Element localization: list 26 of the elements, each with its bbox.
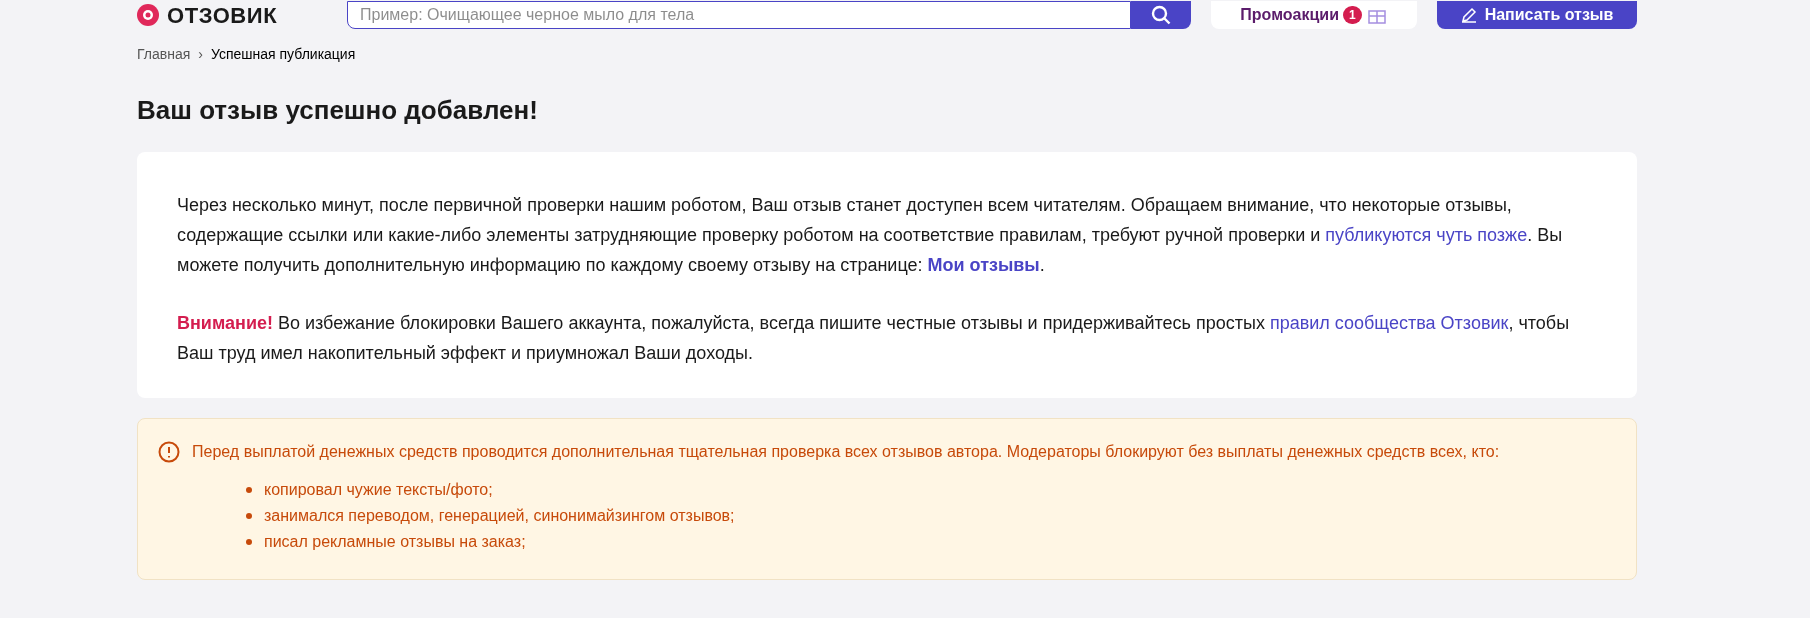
- bullet-icon: [246, 487, 252, 493]
- alert-icon: [158, 441, 180, 463]
- breadcrumb-link[interactable]: Успешная публикация: [210, 44, 356, 65]
- message-paragraph: Внимание! Во избежание блокировки Вашего аккаунта, пожалуйста, всегда пишите честные отзывы и придерживайтесь простых правил сообщества Отзовик, чтобы Ваш труд имел накопительный эффект и приумножал Ваши доходы.: [177, 312, 1571, 365]
- warning-text: Перед выплатой денежных средств проводится дополнительная тщательная проверка всех отзывов автора. Модераторы блокируют без выплаты денежных средств всех, кто:: [192, 442, 1500, 462]
- list-item-text: занимался переводом, генерацией, синонимайзингом отзывов;: [264, 506, 735, 526]
- list-item-text: писал рекламные отзывы на заказ;: [264, 532, 526, 552]
- bullet-icon: [246, 513, 252, 519]
- breadcrumb-separator: ›: [198, 45, 203, 64]
- write-review-button[interactable]: Написать отзыв: [1437, 1, 1637, 29]
- search-field[interactable]: Пример: Очищающее черное мыло для тела: [347, 1, 1131, 29]
- promo-button[interactable]: Промоакции 1: [1211, 1, 1417, 29]
- breadcrumb-link[interactable]: Главная: [137, 44, 191, 65]
- text-link[interactable]: публикуются чуть позже: [1325, 225, 1528, 245]
- search-button[interactable]: [1131, 1, 1191, 29]
- my-reviews-link[interactable]: Мои отзывы: [927, 255, 1040, 275]
- page-title: Ваш отзыв успешно добавлен!: [137, 94, 539, 127]
- list-item-text: копировал чужие тексты/фото;: [264, 480, 493, 500]
- logo-icon: [137, 4, 159, 26]
- pencil-icon: [1460, 7, 1477, 23]
- text-link[interactable]: правил сообщества Отзовик: [1269, 313, 1509, 333]
- search-icon: [1151, 5, 1171, 25]
- logo-text: ОТЗОВИК: [167, 1, 278, 30]
- promo-count-badge: 1: [1343, 6, 1362, 24]
- message-paragraph: Через несколько минут, после первичной проверки нашим роботом, Ваш отзыв станет доступен всем читателям. Обращаем внимание, что некоторые отзывы, содержащие ссылки или какие-либо элементы затрудняющие проверку роботом на соответствие правилам, требуют ручной проверки и публикуются чуть позже. Вы можете получить дополнительную информацию по каждому своему отзыву на странице: Мои отзывы.: [177, 194, 1564, 277]
- bullet-icon: [246, 539, 252, 545]
